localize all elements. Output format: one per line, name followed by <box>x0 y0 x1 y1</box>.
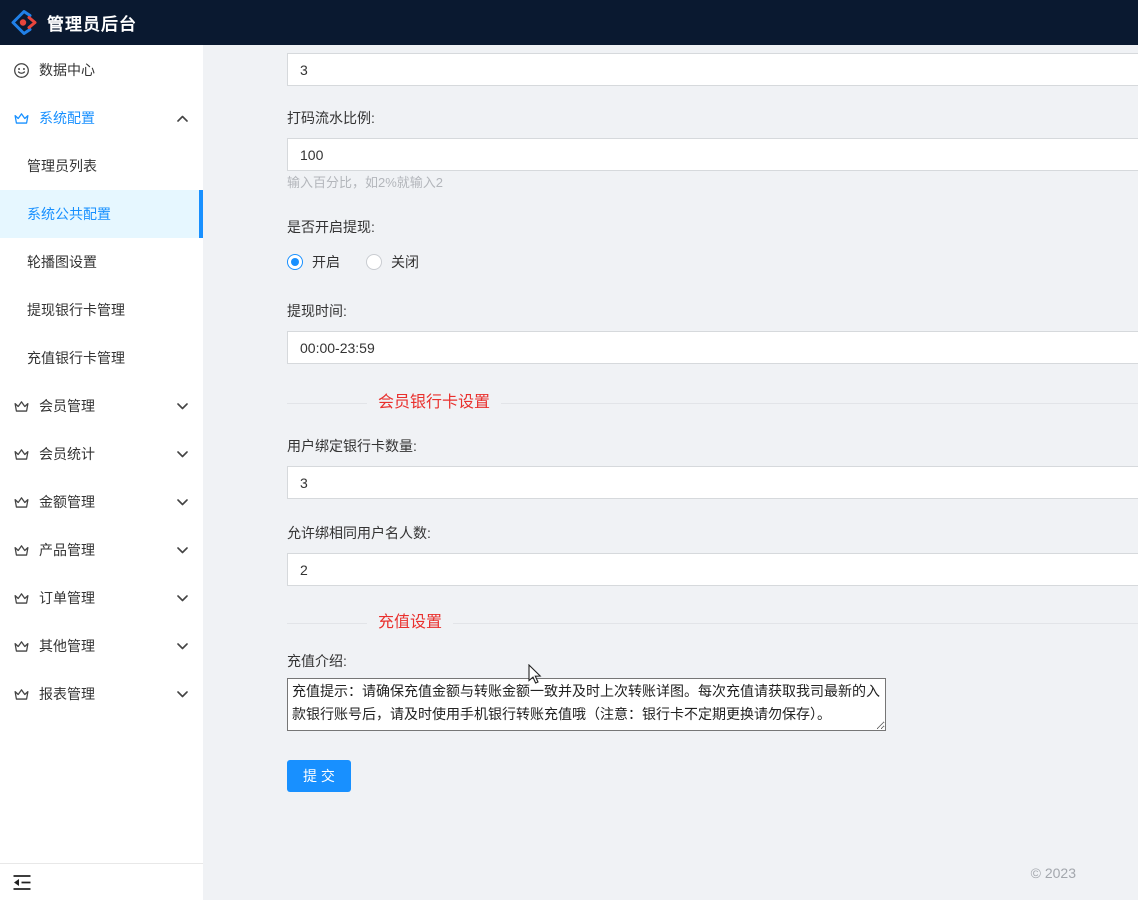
app-header: 管理员后台 <box>0 0 1138 45</box>
sidebar-item-label: 系统配置 <box>39 108 177 128</box>
sidebar-item-label: 会员统计 <box>39 444 177 464</box>
bind-card-count-label: 用户绑定银行卡数量: <box>287 439 1138 453</box>
sidebar-item-system-config[interactable]: 系统配置 <box>0 94 203 142</box>
chevron-down-icon <box>177 688 189 700</box>
section-title-recharge: 充值设置 <box>367 612 453 634</box>
sidebar: 数据中心 系统配置 管理员列表 系统公共配置 轮播图设置 提现银行卡管理 充值银… <box>0 45 203 900</box>
withdraw-time-input[interactable] <box>287 331 1138 364</box>
crown-icon <box>13 446 30 463</box>
divider-line <box>287 623 367 624</box>
section-divider-recharge: 充值设置 <box>287 612 1138 634</box>
sidebar-item-label: 订单管理 <box>39 588 177 608</box>
radio-option-open[interactable]: 开启 <box>287 252 340 272</box>
chevron-down-icon <box>177 592 189 604</box>
sidebar-subitem-withdraw-bankcard[interactable]: 提现银行卡管理 <box>0 286 203 334</box>
sidebar-subitem-label: 系统公共配置 <box>27 204 111 224</box>
submit-button[interactable]: 提 交 <box>287 760 351 792</box>
sidebar-item-member-statistics[interactable]: 会员统计 <box>0 430 203 478</box>
sidebar-menu: 数据中心 系统配置 管理员列表 系统公共配置 轮播图设置 提现银行卡管理 充值银… <box>0 45 203 718</box>
recharge-intro-label: 充值介绍: <box>287 654 1138 668</box>
sidebar-footer <box>0 863 203 900</box>
copyright: © 2023 <box>1031 865 1076 881</box>
chevron-down-icon <box>177 640 189 652</box>
sidebar-subitem-system-public-config[interactable]: 系统公共配置 <box>0 190 203 238</box>
chevron-down-icon <box>177 400 189 412</box>
sidebar-item-label: 其他管理 <box>39 636 177 656</box>
chevron-up-icon <box>177 112 189 124</box>
same-username-count-input[interactable] <box>287 553 1138 586</box>
dama-ratio-hint: 输入百分比，如2%就输入2 <box>287 176 1138 189</box>
sidebar-item-amount-management[interactable]: 金额管理 <box>0 478 203 526</box>
main-content: 打码流水比例: 输入百分比，如2%就输入2 是否开启提现: 开启 关闭 提现时间… <box>203 45 1138 900</box>
sidebar-item-label: 产品管理 <box>39 540 177 560</box>
crown-icon <box>13 638 30 655</box>
crown-icon <box>13 398 30 415</box>
section-title-member-bankcard: 会员银行卡设置 <box>367 392 501 414</box>
sidebar-item-order-management[interactable]: 订单管理 <box>0 574 203 622</box>
sidebar-item-label: 会员管理 <box>39 396 177 416</box>
menu-fold-icon[interactable] <box>12 874 32 891</box>
system-config-form: 打码流水比例: 输入百分比，如2%就输入2 是否开启提现: 开启 关闭 提现时间… <box>203 45 1138 792</box>
crown-icon <box>13 590 30 607</box>
section-divider-member-bankcard: 会员银行卡设置 <box>287 392 1138 414</box>
withdraw-enable-label: 是否开启提现: <box>287 220 1138 234</box>
crown-icon <box>13 542 30 559</box>
radio-unchecked-icon <box>366 254 382 270</box>
radio-option-label: 关闭 <box>391 252 419 272</box>
dama-ratio-input[interactable] <box>287 138 1138 171</box>
divider-line <box>287 403 367 404</box>
same-username-count-label: 允许绑相同用户名人数: <box>287 526 1138 540</box>
sidebar-item-product-management[interactable]: 产品管理 <box>0 526 203 574</box>
sidebar-item-label: 数据中心 <box>39 60 189 80</box>
bind-card-count-input[interactable] <box>287 466 1138 499</box>
app-title: 管理员后台 <box>47 10 137 35</box>
sidebar-item-label: 报表管理 <box>39 684 177 704</box>
radio-option-close[interactable]: 关闭 <box>366 252 419 272</box>
dama-ratio-label: 打码流水比例: <box>287 111 1138 125</box>
sidebar-subitem-label: 充值银行卡管理 <box>27 348 125 368</box>
radio-checked-icon <box>287 254 303 270</box>
chevron-down-icon <box>177 496 189 508</box>
chevron-down-icon <box>177 544 189 556</box>
sidebar-subitem-carousel-settings[interactable]: 轮播图设置 <box>0 238 203 286</box>
sidebar-item-report-management[interactable]: 报表管理 <box>0 670 203 718</box>
sidebar-item-other-management[interactable]: 其他管理 <box>0 622 203 670</box>
top-number-input[interactable] <box>287 53 1138 86</box>
crown-icon <box>13 686 30 703</box>
divider-line <box>501 403 1138 404</box>
diamond-gem-logo-icon <box>10 9 38 37</box>
divider-line <box>453 623 1138 624</box>
sidebar-item-member-management[interactable]: 会员管理 <box>0 382 203 430</box>
sidebar-subitem-label: 管理员列表 <box>27 156 97 176</box>
sidebar-subitem-label: 轮播图设置 <box>27 252 97 272</box>
sidebar-subitem-recharge-bankcard[interactable]: 充值银行卡管理 <box>0 334 203 382</box>
sidebar-item-label: 金额管理 <box>39 492 177 512</box>
smile-icon <box>13 62 30 79</box>
withdraw-time-label: 提现时间: <box>287 304 1138 318</box>
recharge-intro-textarea[interactable]: 充值提示：请确保充值金额与转账金额一致并及时上次转账详图。每次充值请获取我司最新… <box>287 678 886 731</box>
crown-icon <box>13 494 30 511</box>
sidebar-item-data-center[interactable]: 数据中心 <box>0 46 203 94</box>
chevron-down-icon <box>177 448 189 460</box>
radio-option-label: 开启 <box>312 252 340 272</box>
withdraw-enable-radio-group: 开启 关闭 <box>287 253 1138 271</box>
sidebar-subitem-label: 提现银行卡管理 <box>27 300 125 320</box>
sidebar-subitem-admin-list[interactable]: 管理员列表 <box>0 142 203 190</box>
crown-icon <box>13 110 30 127</box>
